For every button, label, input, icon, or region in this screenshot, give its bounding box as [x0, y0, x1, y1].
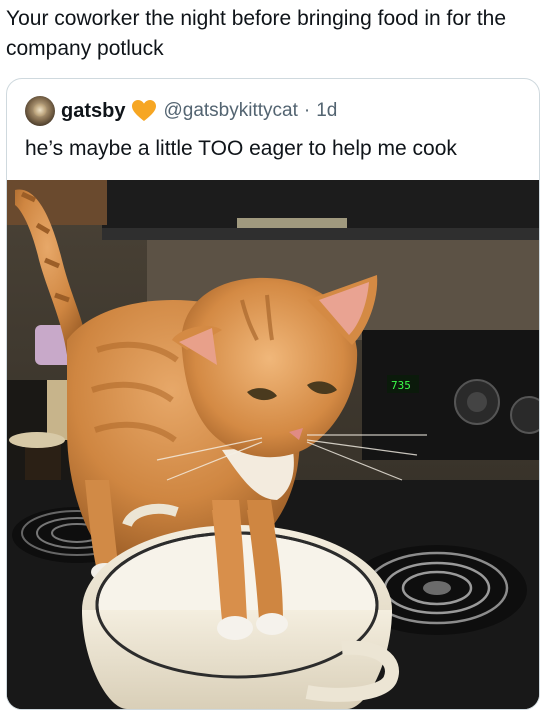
post-timestamp[interactable]: 1d: [316, 100, 337, 122]
avatar[interactable]: [25, 96, 55, 126]
stove-display: 735: [391, 379, 411, 392]
post-caption: Your coworker the night before bringing …: [6, 7, 507, 60]
quoted-post-card[interactable]: gatsby @gatsbykittycat · 1d he’s maybe a…: [6, 78, 540, 710]
separator-dot: ·: [303, 100, 311, 121]
quoted-post-image[interactable]: 735: [7, 180, 539, 709]
display-name[interactable]: gatsby: [61, 100, 125, 123]
user-handle[interactable]: @gatsbykittycat: [163, 100, 297, 122]
orange-heart-icon: [131, 99, 157, 123]
quoted-post-header: gatsby @gatsbykittycat · 1d: [25, 96, 337, 126]
cat-photo: 735: [7, 180, 539, 709]
quoted-post-text: he’s maybe a little TOO eager to help me…: [25, 137, 457, 160]
